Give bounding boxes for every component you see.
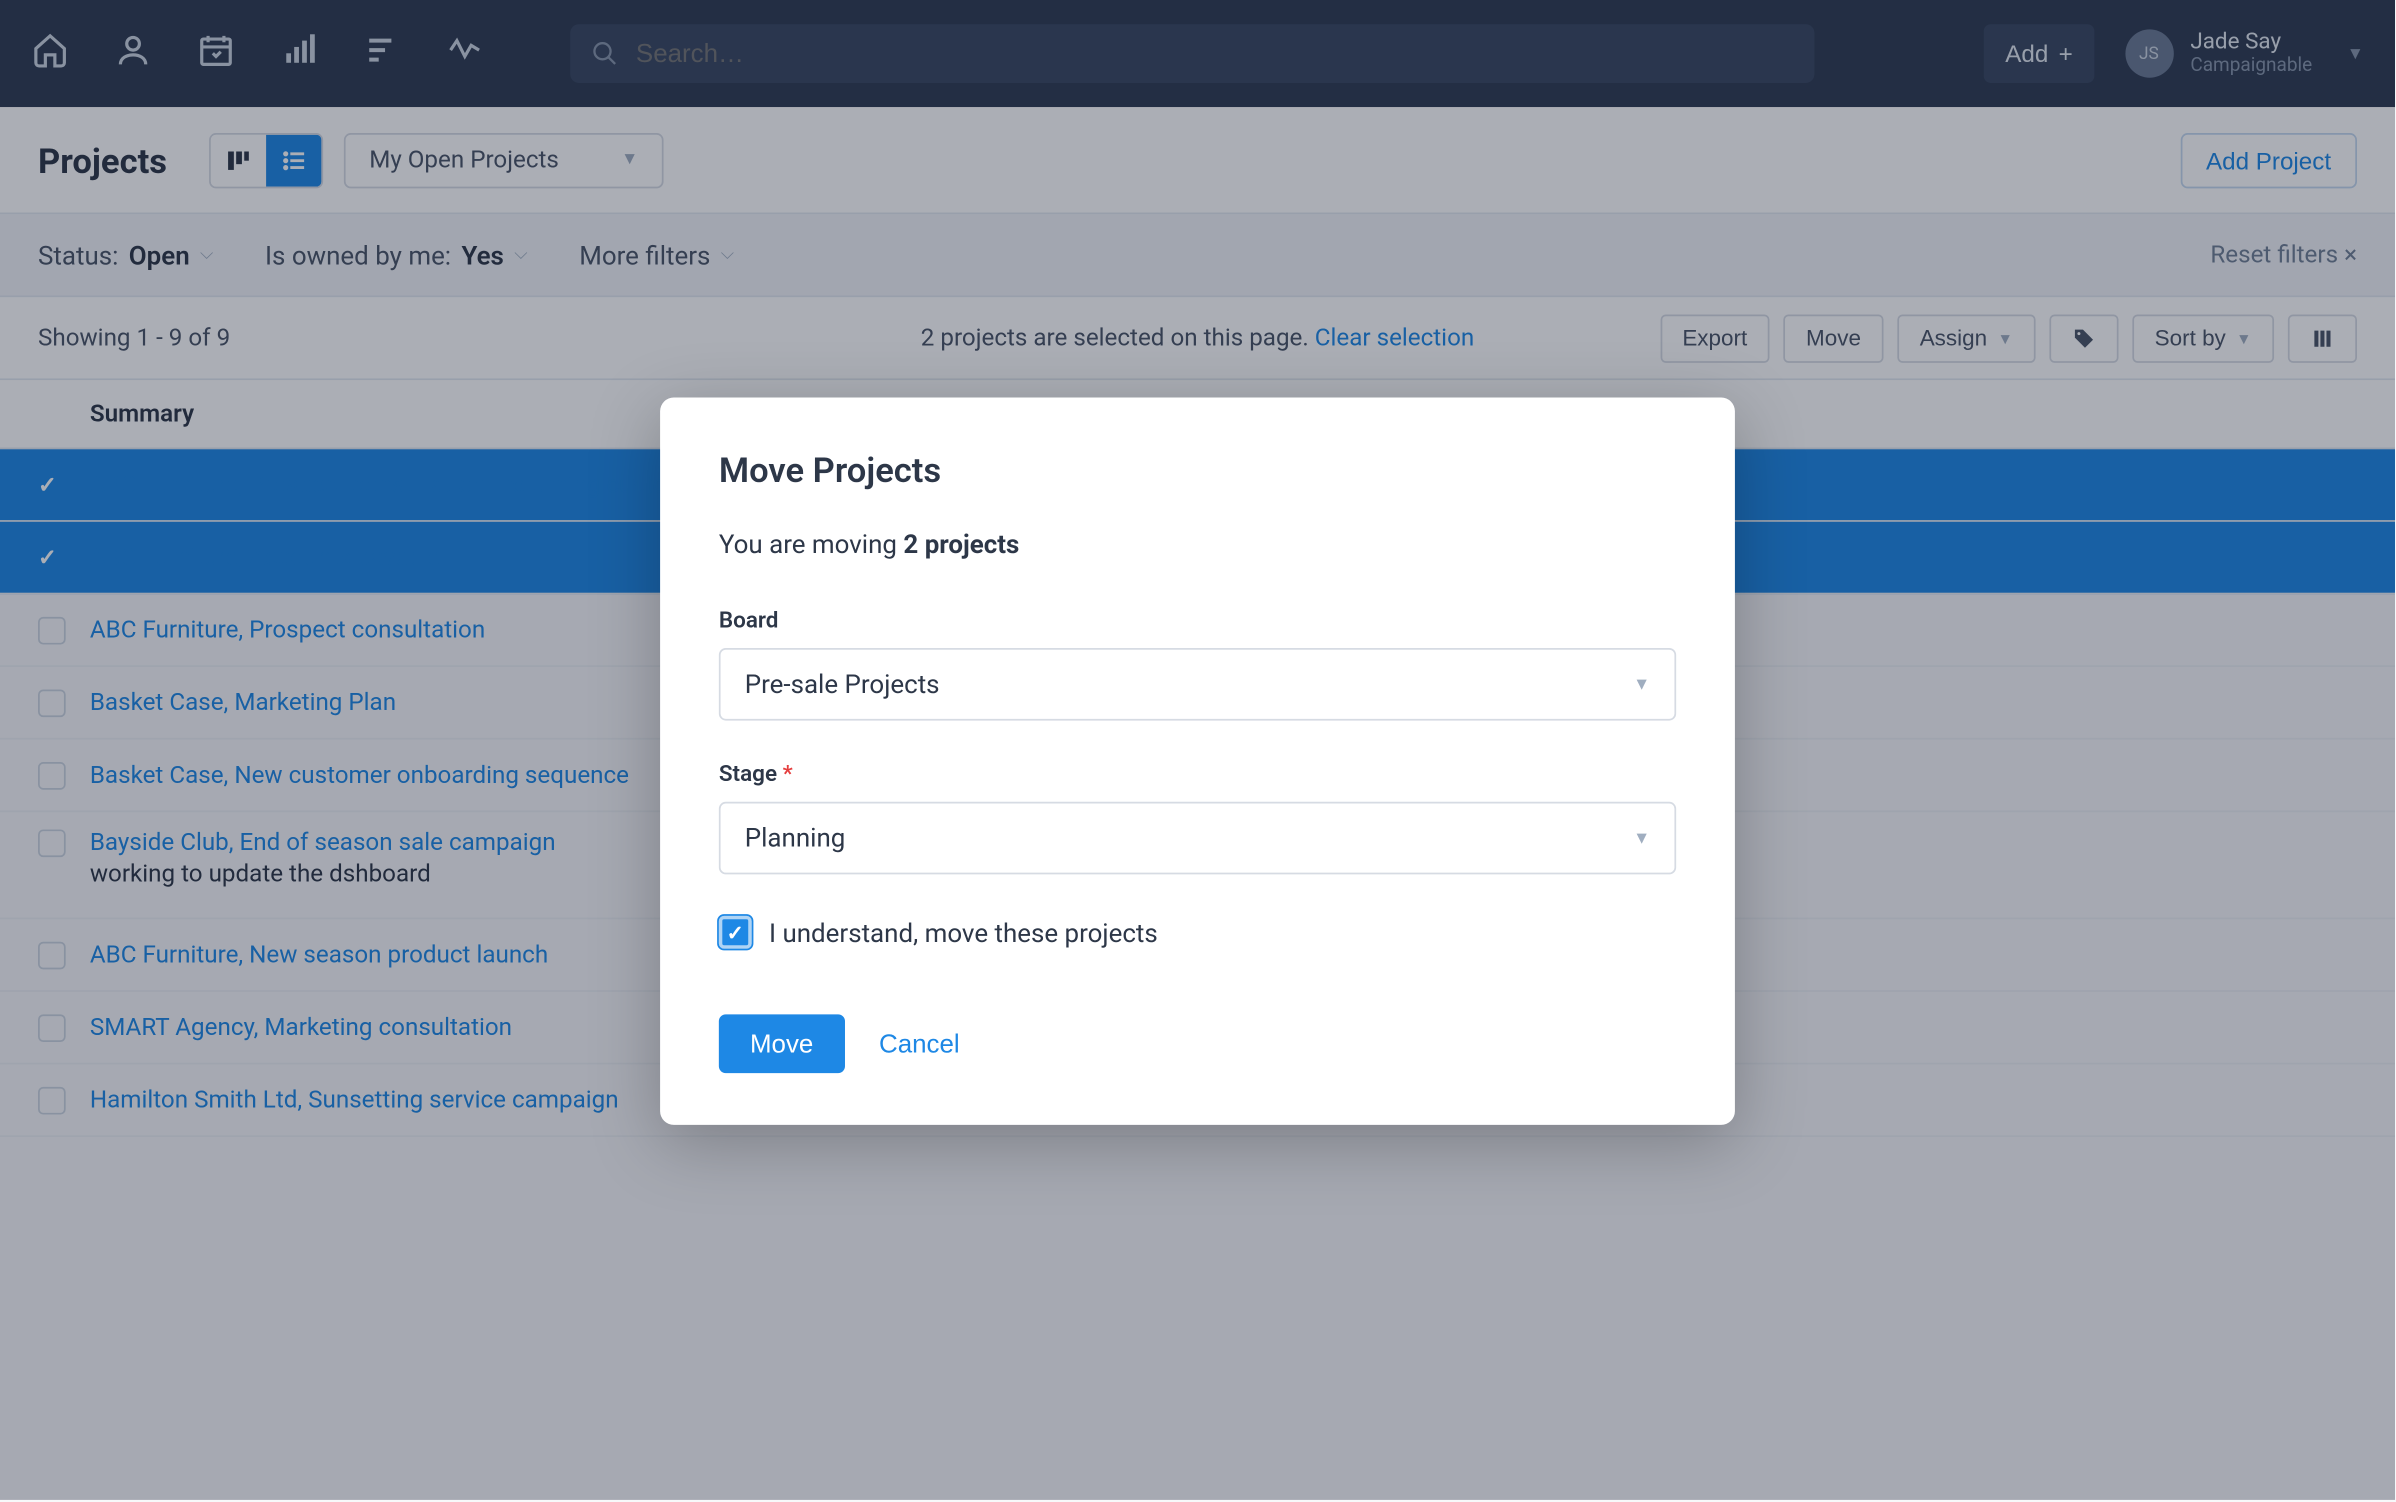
confirm-label: I understand, move these projects — [769, 917, 1158, 948]
board-select[interactable]: Pre-sale Projects ▼ — [719, 648, 1676, 721]
board-field-label: Board — [719, 608, 1676, 634]
chevron-down-icon: ▼ — [1633, 829, 1650, 848]
move-projects-modal: Move Projects You are moving 2 projects … — [660, 397, 1735, 1124]
stage-select-value: Planning — [745, 823, 846, 854]
board-select-value: Pre-sale Projects — [745, 669, 940, 700]
chevron-down-icon: ▼ — [1633, 675, 1650, 694]
stage-select[interactable]: Planning ▼ — [719, 802, 1676, 875]
stage-field-label: Stage * — [719, 762, 1676, 788]
modal-moving-text: You are moving 2 projects — [719, 529, 1676, 560]
confirm-row[interactable]: ✓ I understand, move these projects — [719, 916, 1676, 949]
confirm-checkbox[interactable]: ✓ — [719, 916, 752, 949]
modal-move-button[interactable]: Move — [719, 1014, 845, 1073]
modal-cancel-button[interactable]: Cancel — [879, 1029, 960, 1058]
modal-title: Move Projects — [719, 449, 1676, 490]
modal-overlay[interactable]: Move Projects You are moving 2 projects … — [0, 0, 2395, 1500]
